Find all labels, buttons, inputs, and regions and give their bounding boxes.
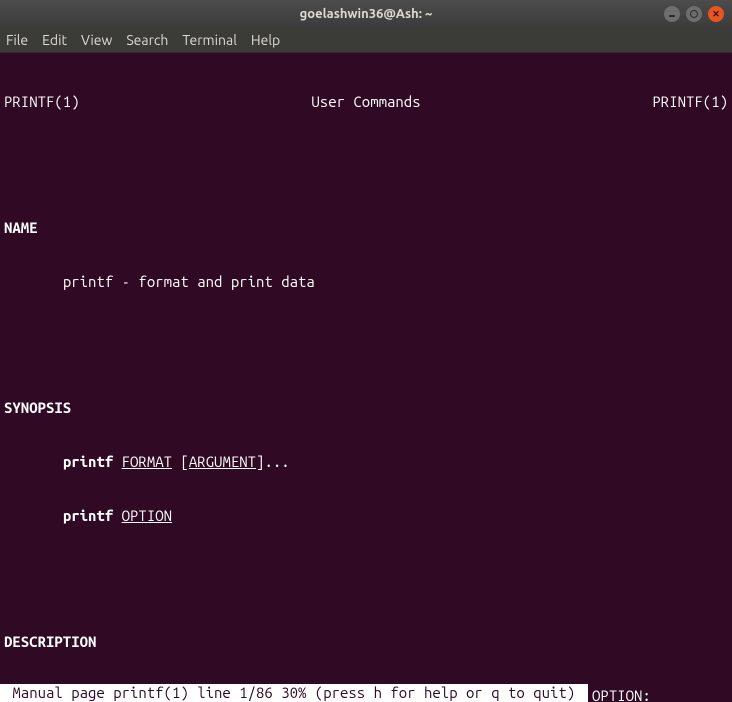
man-header-center: User Commands	[4, 93, 728, 111]
man-status-line: Manual page printf(1) line 1/86 30% (pre…	[0, 684, 588, 702]
close-button[interactable]	[708, 6, 724, 22]
menu-terminal[interactable]: Terminal	[182, 32, 237, 48]
titlebar[interactable]: goelashwin36@Ash: ~	[0, 0, 732, 28]
menu-file[interactable]: File	[6, 32, 28, 48]
menu-edit[interactable]: Edit	[42, 32, 67, 48]
synopsis-line-2: printf OPTION	[4, 507, 728, 525]
window-controls	[664, 6, 724, 22]
menu-help[interactable]: Help	[251, 32, 280, 48]
section-description-title: DESCRIPTION	[4, 633, 728, 651]
terminal-window: goelashwin36@Ash: ~ File Edit View Searc…	[0, 0, 732, 702]
menubar: File Edit View Search Terminal Help	[0, 28, 732, 53]
man-header: PRINTF(1) User Commands PRINTF(1)	[4, 93, 728, 111]
minimize-button[interactable]	[664, 6, 680, 22]
terminal-viewport[interactable]: PRINTF(1) User Commands PRINTF(1) NAME p…	[0, 53, 732, 702]
window-title: goelashwin36@Ash: ~	[8, 7, 724, 21]
menu-view[interactable]: View	[81, 32, 112, 48]
menu-search[interactable]: Search	[126, 32, 168, 48]
section-name-text: printf - format and print data	[4, 273, 728, 291]
maximize-button[interactable]	[686, 6, 702, 22]
section-synopsis-title: SYNOPSIS	[4, 399, 728, 417]
section-name-title: NAME	[4, 219, 728, 237]
synopsis-line-1: printf FORMAT [ARGUMENT]...	[4, 453, 728, 471]
